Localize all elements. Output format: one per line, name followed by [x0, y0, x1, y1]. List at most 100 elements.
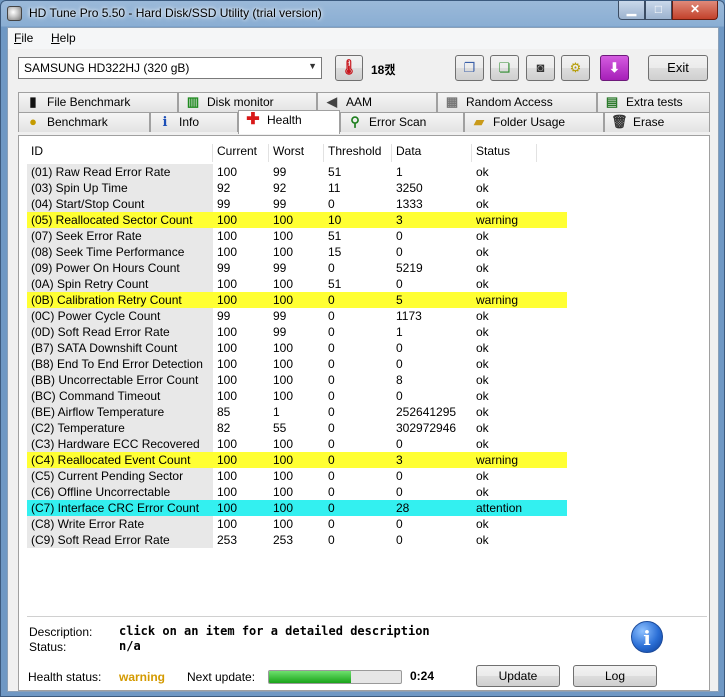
tab-random-access[interactable]: ▦ Random Access [437, 92, 597, 112]
maximize-button[interactable]: □ [645, 1, 672, 20]
table-row[interactable]: (04) Start/Stop Count 99 99 0 1333 ok [27, 196, 567, 212]
column-header-threshold[interactable]: Threshold [324, 144, 392, 162]
tab-extra-tests[interactable]: ▤ Extra tests [597, 92, 710, 112]
cell-id: (01) Raw Read Error Rate [27, 164, 213, 180]
cell-threshold: 0 [328, 197, 335, 211]
tab-health[interactable]: ✚ Health [238, 110, 340, 134]
table-row[interactable]: (0A) Spin Retry Count 100 100 51 0 ok [27, 276, 567, 292]
cell-current: 99 [217, 197, 231, 211]
cell-threshold: 0 [328, 405, 335, 419]
update-button[interactable]: Update [476, 665, 560, 687]
cell-current: 100 [217, 165, 238, 179]
tab-file-benchmark[interactable]: ▮ File Benchmark [18, 92, 178, 112]
cell-threshold: 0 [328, 469, 335, 483]
tab-disk-monitor[interactable]: ▥ Disk monitor [178, 92, 317, 112]
cell-status: ok [476, 309, 489, 323]
table-row[interactable]: (C7) Interface CRC Error Count 100 100 0 28 a… [27, 500, 567, 516]
cell-data: 0 [396, 517, 403, 531]
info-icon[interactable]: i [631, 621, 663, 653]
cell-worst: 100 [273, 341, 294, 355]
table-row[interactable]: (B7) SATA Downshift Count 100 100 0 0 ok [27, 340, 567, 356]
tab-label: Benchmark [47, 115, 108, 129]
cell-current: 100 [217, 485, 238, 499]
table-row[interactable]: (B8) End To End Error Detection 100 100 0 0 o… [27, 356, 567, 372]
cell-worst: 100 [273, 501, 294, 515]
cell-status: ok [476, 245, 489, 259]
table-row[interactable]: (09) Power On Hours Count 99 99 0 5219 ok [27, 260, 567, 276]
table-row[interactable]: (01) Raw Read Error Rate 100 99 51 1 ok [27, 164, 567, 180]
cell-id: (BC) Command Timeout [27, 388, 213, 404]
table-row[interactable]: (BC) Command Timeout 100 100 0 0 ok [27, 388, 567, 404]
table-row[interactable]: (05) Reallocated Sector Count 100 100 10 3 wa… [27, 212, 567, 228]
trash-icon: 🗑 [611, 114, 628, 129]
cell-current: 92 [217, 181, 231, 195]
table-row[interactable]: (C3) Hardware ECC Recovered 100 100 0 0 ok [27, 436, 567, 452]
options-button[interactable]: ⚙ [561, 55, 590, 81]
minimize-button[interactable]: ▁ [618, 1, 645, 20]
column-header-status[interactable]: Status [472, 144, 537, 162]
cell-threshold: 0 [328, 453, 335, 467]
app-window: HD Tune Pro 5.50 - Hard Disk/SSD Utility… [0, 0, 725, 697]
copy-text-button[interactable]: ❐ [455, 55, 484, 81]
cell-data: 8 [396, 373, 403, 387]
table-row[interactable]: (0C) Power Cycle Count 99 99 0 1173 ok [27, 308, 567, 324]
cell-threshold: 0 [328, 341, 335, 355]
menu-help[interactable]: Help [51, 31, 76, 45]
tab-benchmark[interactable]: ● Benchmark [18, 112, 150, 132]
screenshot-button[interactable]: ◙ [526, 55, 555, 81]
table-row[interactable]: (BB) Uncorrectable Error Count 100 100 0 8 ok [27, 372, 567, 388]
tab-folder-usage[interactable]: ▰ Folder Usage [464, 112, 604, 132]
save-button[interactable]: ⬇ [600, 55, 629, 81]
cell-status: ok [476, 405, 489, 419]
cell-id: (C2) Temperature [27, 420, 213, 436]
table-row[interactable]: (03) Spin Up Time 92 92 11 3250 ok [27, 180, 567, 196]
cell-id: (09) Power On Hours Count [27, 260, 213, 276]
cell-worst: 100 [273, 469, 294, 483]
menu-file[interactable]: File [14, 31, 33, 45]
close-button[interactable]: ✕ [672, 1, 718, 20]
cell-threshold: 10 [328, 213, 342, 227]
tab-error-scan[interactable]: ⚲ Error Scan [340, 112, 464, 132]
table-row[interactable]: (C5) Current Pending Sector 100 100 0 0 ok [27, 468, 567, 484]
column-header-data[interactable]: Data [392, 144, 472, 162]
tab-label: Error Scan [369, 115, 427, 129]
column-header-id[interactable]: ID [27, 144, 213, 162]
copy-all-button[interactable]: ❏ [490, 55, 519, 81]
column-header-worst[interactable]: Worst [269, 144, 324, 162]
cell-data: 1173 [396, 309, 422, 323]
cell-status: ok [476, 277, 489, 291]
table-row[interactable]: (BE) Airflow Temperature 85 1 0 252641295 ok [27, 404, 567, 420]
info-icon: i [162, 115, 168, 130]
table-row[interactable]: (07) Seek Error Rate 100 100 51 0 ok [27, 228, 567, 244]
cell-threshold: 0 [328, 325, 335, 339]
cell-worst: 100 [273, 245, 294, 259]
table-row[interactable]: (C8) Write Error Rate 100 100 0 0 ok [27, 516, 567, 532]
exit-button[interactable]: Exit [648, 55, 708, 81]
cell-current: 100 [217, 293, 238, 307]
folder-icon: ▰ [474, 114, 484, 129]
log-button[interactable]: Log [573, 665, 657, 687]
table-row[interactable]: (C6) Offline Uncorrectable 100 100 0 0 ok [27, 484, 567, 500]
drive-select[interactable]: SAMSUNG HD322HJ (320 gB) ▼ [18, 57, 322, 79]
table-row[interactable]: (08) Seek Time Performance 100 100 15 0 ok [27, 244, 567, 260]
cell-threshold: 0 [328, 421, 335, 435]
smart-table[interactable]: ID Current Worst Threshold Data Status (… [27, 142, 707, 612]
table-row[interactable]: (0B) Calibration Retry Count 100 100 0 5 warn… [27, 292, 567, 308]
cell-worst: 100 [273, 453, 294, 467]
temperature-button[interactable]: 🌡 [335, 55, 363, 81]
table-row[interactable]: (C4) Reallocated Event Count 100 100 0 3 warn… [27, 452, 567, 468]
cell-current: 85 [217, 405, 231, 419]
tab-erase[interactable]: 🗑 Erase [604, 112, 710, 132]
table-row[interactable]: (C2) Temperature 82 55 0 302972946 ok [27, 420, 567, 436]
tab-info[interactable]: i Info [150, 112, 238, 132]
tab-label: Health [267, 113, 302, 127]
title-bar[interactable]: HD Tune Pro 5.50 - Hard Disk/SSD Utility… [1, 1, 724, 27]
description-value: click on an item for a detailed descript… [119, 624, 430, 638]
cell-worst: 99 [273, 165, 287, 179]
table-row[interactable]: (C9) Soft Read Error Rate 253 253 0 0 ok [27, 532, 567, 548]
cell-status: ok [476, 181, 489, 195]
column-header-current[interactable]: Current [213, 144, 269, 162]
table-row[interactable]: (0D) Soft Read Error Rate 100 99 0 1 ok [27, 324, 567, 340]
toolbar: SAMSUNG HD322HJ (320 gB) ▼ 🌡 18캤 ❐ ❏ ◙ ⚙… [8, 50, 718, 90]
tab-aam[interactable]: ◀ AAM [317, 92, 437, 112]
